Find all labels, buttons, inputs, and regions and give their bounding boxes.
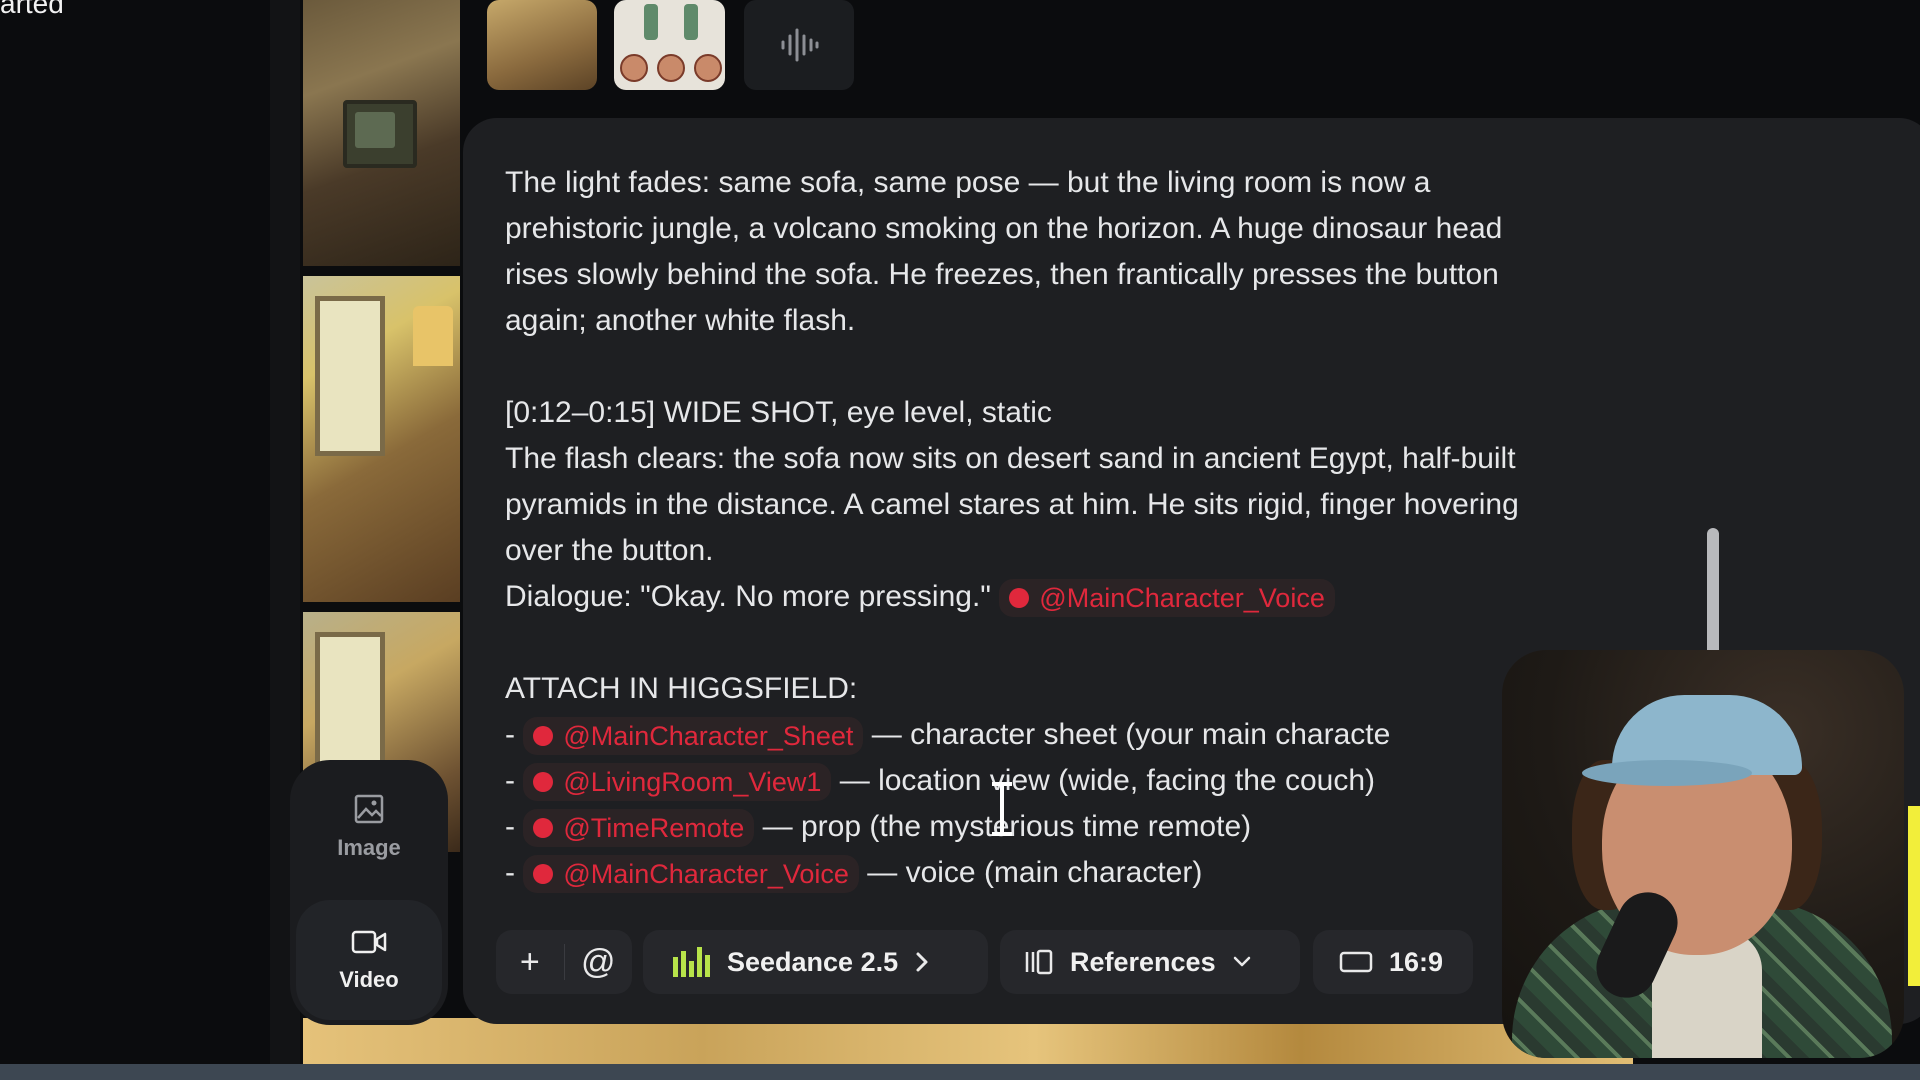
image-icon bbox=[354, 794, 384, 824]
webcam-overlay bbox=[1502, 650, 1904, 1058]
face-illustration bbox=[657, 54, 685, 82]
tv-illustration bbox=[343, 100, 417, 168]
list-dash: - bbox=[505, 856, 515, 889]
model-selector[interactable]: Seedance 2.5 bbox=[643, 930, 988, 994]
reference-tag-label: @LivingRoom_View1 bbox=[563, 767, 822, 798]
attachment-description: — prop (the mysterious time remote) bbox=[762, 810, 1252, 843]
reference-tag-label: @TimeRemote bbox=[563, 813, 745, 844]
face-illustration bbox=[620, 54, 648, 82]
prompt-line: again; another white flash. bbox=[505, 304, 856, 337]
model-name: Seedance 2.5 bbox=[727, 946, 899, 977]
mention-button[interactable]: @ bbox=[565, 930, 633, 994]
references-dropdown[interactable]: References bbox=[1000, 930, 1300, 994]
reference-tag-chip[interactable]: @TimeRemote bbox=[523, 809, 755, 848]
gallery-bottom-thumbnails[interactable] bbox=[303, 1018, 1633, 1068]
tag-dot-icon bbox=[1009, 588, 1030, 609]
add-button[interactable]: + bbox=[496, 930, 564, 994]
mode-toggle: Image Video bbox=[290, 760, 448, 1025]
face-illustration bbox=[694, 54, 722, 82]
tag-dot-icon bbox=[533, 772, 554, 793]
text-cursor-icon bbox=[992, 782, 1012, 836]
window-illustration bbox=[315, 296, 385, 456]
prompt-line: over the button. bbox=[505, 534, 714, 567]
prompt-line: rises slowly behind the sofa. He freezes… bbox=[505, 258, 1499, 291]
aspect-ratio-value: 16:9 bbox=[1389, 946, 1444, 977]
reference-tag-chip[interactable]: @MainCharacter_Sheet bbox=[523, 717, 864, 756]
gallery-thumbnail[interactable] bbox=[303, 0, 460, 266]
references-label: References bbox=[1070, 946, 1216, 977]
tag-dot-icon bbox=[533, 864, 554, 885]
figure-illustration bbox=[684, 4, 698, 40]
list-dash: - bbox=[505, 764, 515, 797]
sidebar-partial-text: arted bbox=[0, 0, 64, 19]
lamp-illustration bbox=[413, 306, 453, 366]
reference-tag-chip[interactable]: @MainCharacter_Voice bbox=[999, 579, 1335, 618]
list-dash: - bbox=[505, 810, 515, 843]
aspect-ratio-selector[interactable]: 16:9 bbox=[1313, 930, 1473, 994]
reference-tag-label: @MainCharacter_Voice bbox=[1039, 583, 1325, 614]
references-icon bbox=[1025, 949, 1053, 975]
reference-tag-label: @MainCharacter_Voice bbox=[563, 859, 849, 890]
edge-accent bbox=[1908, 806, 1920, 986]
reference-thumbnail-audio[interactable] bbox=[744, 0, 854, 90]
reference-tag-chip[interactable]: @MainCharacter_Voice bbox=[523, 855, 859, 894]
attachment-description: — location view (wide, facing the couch) bbox=[839, 764, 1375, 797]
prompt-line: prehistoric jungle, a volcano smoking on… bbox=[505, 212, 1503, 245]
model-bars-icon bbox=[673, 947, 710, 977]
prompt-line: pyramids in the distance. A camel stares… bbox=[505, 488, 1519, 521]
figure-illustration bbox=[644, 4, 658, 40]
prompt-line: The flash clears: the sofa now sits on d… bbox=[505, 442, 1516, 475]
reference-tag-chip[interactable]: @LivingRoom_View1 bbox=[523, 763, 832, 802]
tag-dot-icon bbox=[533, 726, 554, 747]
video-mode-label: Video bbox=[339, 967, 399, 992]
reference-thumbnail-character-sheet[interactable] bbox=[614, 0, 725, 90]
video-mode-button[interactable]: Video bbox=[296, 900, 442, 1020]
tag-dot-icon bbox=[533, 818, 554, 839]
image-mode-button[interactable]: Image bbox=[296, 766, 442, 886]
attachment-description: — character sheet (your main characte bbox=[871, 718, 1391, 751]
add-mention-group: + @ bbox=[496, 930, 632, 994]
list-dash: - bbox=[505, 718, 515, 751]
prompt-scrollbar[interactable] bbox=[1707, 528, 1719, 658]
video-camera-icon bbox=[351, 930, 387, 954]
chevron-right-icon bbox=[916, 952, 928, 972]
bottom-bar bbox=[0, 1064, 1920, 1080]
audio-waveform-icon bbox=[781, 28, 819, 62]
reference-tag-label: @MainCharacter_Sheet bbox=[563, 721, 854, 752]
dialogue-text: Dialogue: "Okay. No more pressing." bbox=[505, 580, 991, 613]
aspect-ratio-icon bbox=[1339, 951, 1373, 973]
chevron-down-icon bbox=[1233, 956, 1250, 967]
prompt-line: The light fades: same sofa, same pose — … bbox=[505, 166, 1431, 199]
attachment-description: — voice (main character) bbox=[867, 856, 1203, 889]
dialogue-line: Dialogue: "Okay. No more pressing." @Mai… bbox=[505, 574, 1705, 620]
gallery-thumbnail[interactable] bbox=[303, 276, 460, 602]
image-mode-label: Image bbox=[337, 835, 401, 860]
reference-thumbnail-livingroom[interactable] bbox=[487, 0, 597, 90]
presenter-cap-brim bbox=[1582, 760, 1752, 786]
prompt-line: [0:12–0:15] WIDE SHOT, eye level, static bbox=[505, 396, 1052, 429]
